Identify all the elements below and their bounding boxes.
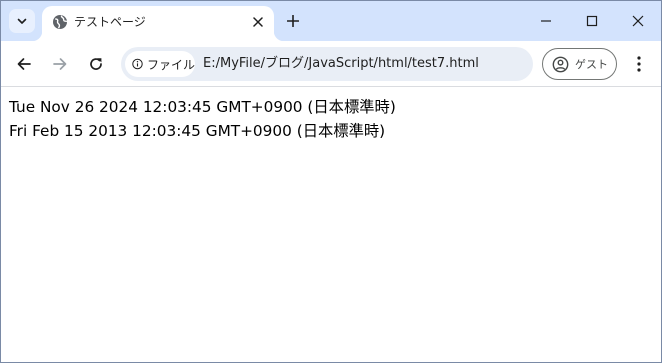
close-icon (253, 17, 263, 27)
date-output-line: Fri Feb 15 2013 12:03:45 GMT+0900 (日本標準時… (9, 122, 386, 140)
minimize-icon (541, 20, 551, 22)
site-chip-label: ファイル (146, 57, 195, 72)
tab-search-button[interactable] (9, 9, 35, 33)
info-icon (132, 58, 143, 70)
maximize-button[interactable] (569, 1, 615, 41)
back-button[interactable] (8, 48, 40, 80)
tab-active[interactable]: テストページ (32, 6, 284, 41)
page-content: Tue Nov 26 2024 12:03:45 GMT+0900 (日本標準時… (1, 88, 661, 362)
toolbar: ファイル E:/MyFile/ブログ/JavaScript/html/test7… (1, 41, 661, 87)
person-icon (552, 56, 569, 72)
browser-window: テストページ ファイル E:/MyFile/ブログ/JavaScript/htm… (0, 0, 662, 363)
reload-button[interactable] (80, 48, 112, 80)
arrow-right-icon (53, 58, 67, 70)
minimize-button[interactable] (523, 1, 569, 41)
address-bar[interactable]: ファイル E:/MyFile/ブログ/JavaScript/html/test7… (121, 47, 533, 81)
menu-button[interactable] (623, 48, 655, 80)
tab-strip: テストページ (1, 1, 661, 41)
maximize-icon (586, 15, 598, 27)
new-tab-button[interactable] (282, 10, 304, 32)
plus-icon (287, 15, 299, 27)
tab-close-button[interactable] (248, 12, 268, 32)
close-window-button[interactable] (615, 1, 661, 41)
tab-title: テストページ (74, 15, 146, 29)
reload-icon (90, 58, 102, 70)
kebab-menu-icon (637, 56, 641, 72)
forward-button[interactable] (44, 48, 76, 80)
profile-label: ゲスト (575, 58, 608, 71)
date-output-line: Tue Nov 26 2024 12:03:45 GMT+0900 (日本標準時… (9, 98, 396, 116)
chevron-down-icon (17, 18, 27, 24)
profile-button[interactable]: ゲスト (542, 48, 617, 80)
arrow-left-icon (17, 58, 31, 70)
url-text[interactable]: E:/MyFile/ブログ/JavaScript/html/test7.html (203, 56, 479, 72)
globe-icon (53, 15, 68, 29)
site-info-chip[interactable]: ファイル (125, 51, 195, 77)
close-icon (632, 15, 644, 27)
